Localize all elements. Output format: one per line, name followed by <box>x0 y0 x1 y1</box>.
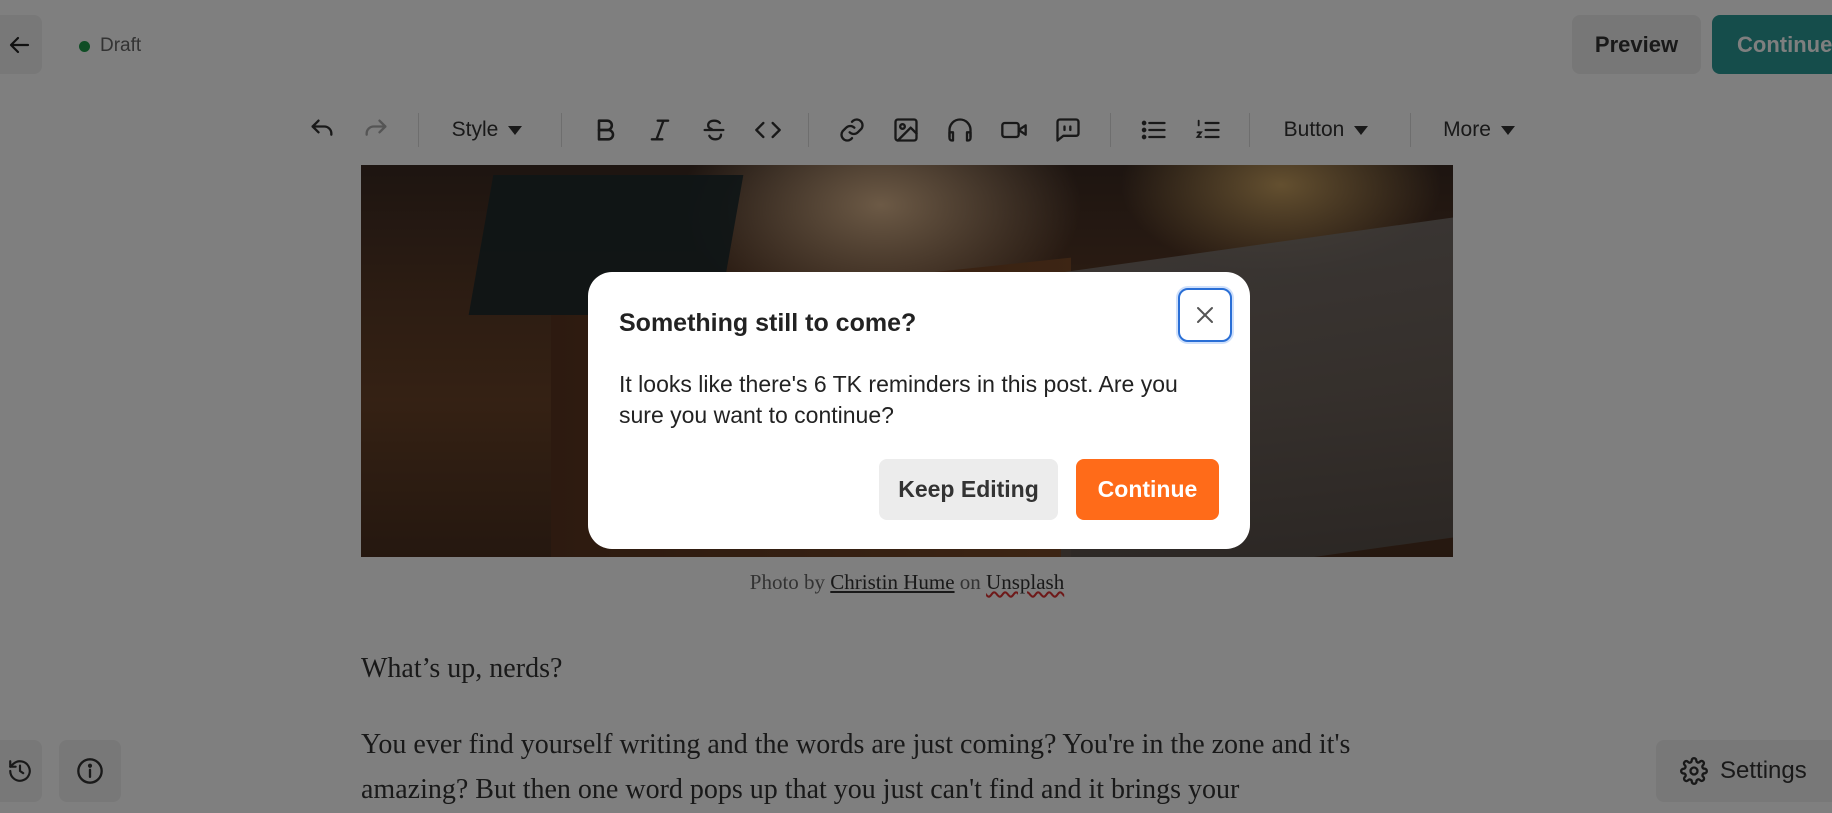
dialog-continue-button[interactable]: Continue <box>1076 459 1219 520</box>
dialog-close-button[interactable] <box>1178 288 1232 342</box>
dialog-title: Something still to come? <box>619 309 917 337</box>
keep-editing-button[interactable]: Keep Editing <box>879 459 1058 520</box>
tk-reminder-dialog: Something still to come? It looks like t… <box>588 272 1250 549</box>
dialog-message: It looks like there's 6 TK reminders in … <box>619 371 1178 428</box>
close-icon <box>1197 307 1213 323</box>
